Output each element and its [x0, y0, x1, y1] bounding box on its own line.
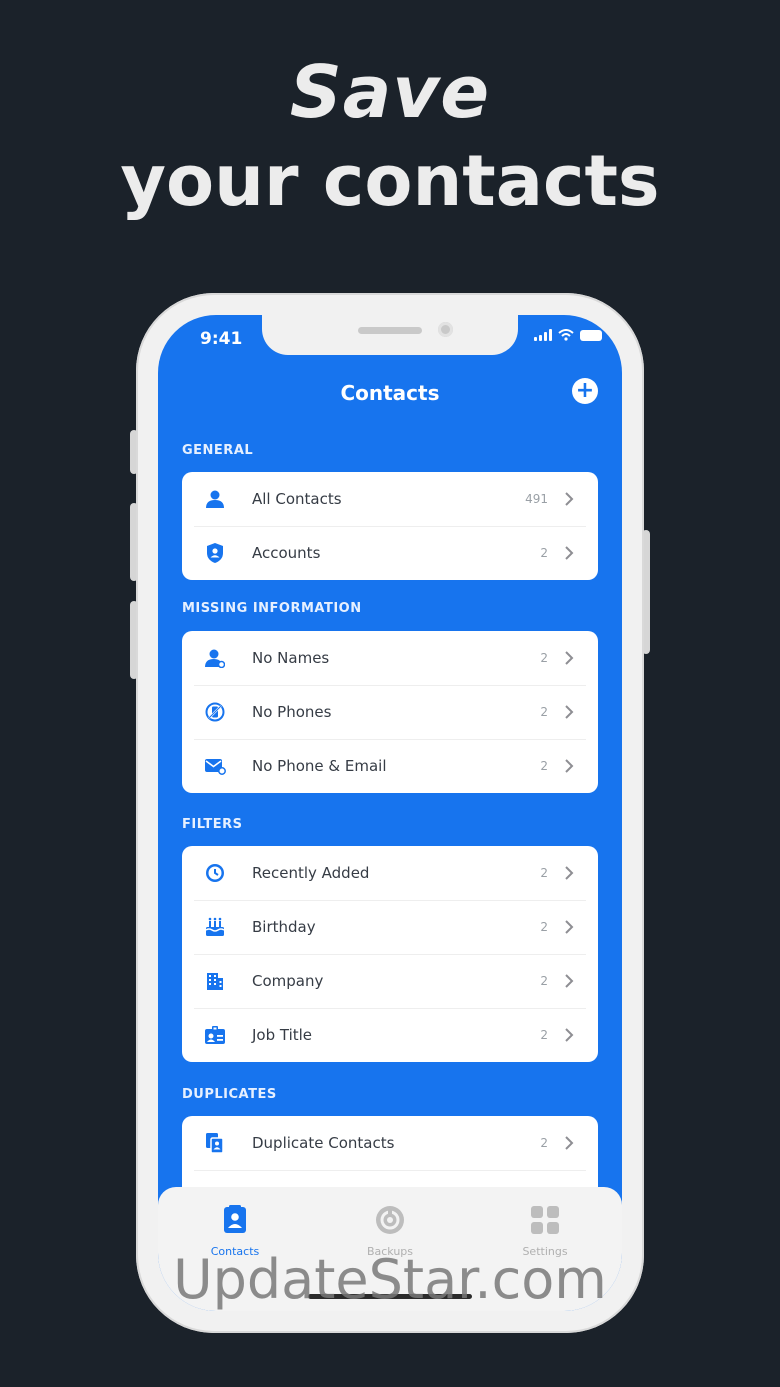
- row-label: Accounts: [252, 544, 321, 562]
- row-count: 2: [540, 759, 548, 773]
- camera: [438, 322, 453, 337]
- row-company[interactable]: Company 2: [182, 954, 598, 1008]
- chevron-right-icon: [564, 492, 578, 506]
- row-duplicate-contacts[interactable]: Duplicate Contacts 2: [182, 1116, 598, 1170]
- row-count: 2: [540, 1028, 548, 1042]
- headline-line-2: your contacts: [120, 140, 660, 222]
- status-time: 9:41: [200, 329, 243, 349]
- row-no-names[interactable]: No Names 2: [182, 631, 598, 685]
- wifi-icon: [558, 329, 574, 341]
- row-birthday[interactable]: Birthday 2: [182, 900, 598, 954]
- cake-icon: [204, 916, 226, 938]
- notch: [262, 315, 518, 355]
- card-missing-information: No Names 2 No Phones 2 No Phone & Email …: [182, 631, 598, 793]
- row-count: 2: [540, 546, 548, 560]
- clock-icon: [204, 862, 226, 884]
- grid-icon: [531, 1206, 559, 1234]
- row-no-phones[interactable]: No Phones 2: [182, 685, 598, 739]
- row-label: Job Title: [252, 1026, 313, 1044]
- add-contact-button[interactable]: +: [572, 378, 598, 404]
- section-label-missing: MISSING INFORMATION: [182, 601, 362, 616]
- battery-icon: [580, 329, 602, 341]
- person-missing-icon: [204, 647, 226, 669]
- duplicate-icon: [204, 1132, 226, 1154]
- chevron-right-icon: [564, 1136, 578, 1150]
- backup-icon: [376, 1206, 404, 1234]
- row-label: No Phone & Email: [252, 757, 387, 775]
- row-recently-added[interactable]: Recently Added 2: [182, 846, 598, 900]
- row-label: Duplicate Contacts: [252, 1134, 395, 1152]
- row-count: 2: [540, 974, 548, 988]
- phone-off-icon: [204, 701, 226, 723]
- chevron-right-icon: [564, 866, 578, 880]
- chevron-right-icon: [564, 920, 578, 934]
- signal-icon: [534, 329, 552, 341]
- row-count: 491: [525, 492, 548, 506]
- row-count: 2: [540, 866, 548, 880]
- row-label: Recently Added: [252, 864, 370, 882]
- card-filters: Recently Added 2 Birthday 2 Company 2 Jo…: [182, 846, 598, 1062]
- row-accounts[interactable]: Accounts 2: [182, 526, 598, 580]
- row-label: Company: [252, 972, 324, 990]
- chevron-right-icon: [564, 705, 578, 719]
- row-job-title[interactable]: Job Title 2: [182, 1008, 598, 1062]
- row-count: 2: [540, 705, 548, 719]
- chevron-right-icon: [564, 759, 578, 773]
- card-general: All Contacts 491 Accounts 2: [182, 472, 598, 580]
- row-label: Birthday: [252, 918, 316, 936]
- person-icon: [204, 488, 226, 510]
- row-label: No Phones: [252, 703, 332, 721]
- row-label: All Contacts: [252, 490, 342, 508]
- row-all-contacts[interactable]: All Contacts 491: [182, 472, 598, 526]
- chevron-right-icon: [564, 546, 578, 560]
- badge-icon: [204, 1024, 226, 1046]
- watermark: UpdateStar.com: [173, 1248, 607, 1311]
- section-label-duplicates: DUPLICATES: [182, 1087, 277, 1102]
- row-no-phone-email[interactable]: No Phone & Email 2: [182, 739, 598, 793]
- headline-line-1: Save: [289, 50, 491, 134]
- row-count: 2: [540, 1136, 548, 1150]
- chevron-right-icon: [564, 651, 578, 665]
- speaker: [358, 327, 422, 334]
- section-label-filters: FILTERS: [182, 817, 243, 832]
- row-label: No Names: [252, 649, 330, 667]
- contacts-book-icon: [224, 1205, 246, 1233]
- mail-off-icon: [204, 755, 226, 777]
- building-icon: [204, 970, 226, 992]
- chevron-right-icon: [564, 1028, 578, 1042]
- phone-screen: 9:41 Contacts + GENERAL All Contacts 491: [158, 315, 622, 1311]
- chevron-right-icon: [564, 974, 578, 988]
- status-icons: [534, 329, 602, 341]
- section-label-general: GENERAL: [182, 443, 254, 458]
- row-count: 2: [540, 920, 548, 934]
- page-title: Contacts: [340, 381, 440, 405]
- row-count: 2: [540, 651, 548, 665]
- shield-person-icon: [204, 542, 226, 564]
